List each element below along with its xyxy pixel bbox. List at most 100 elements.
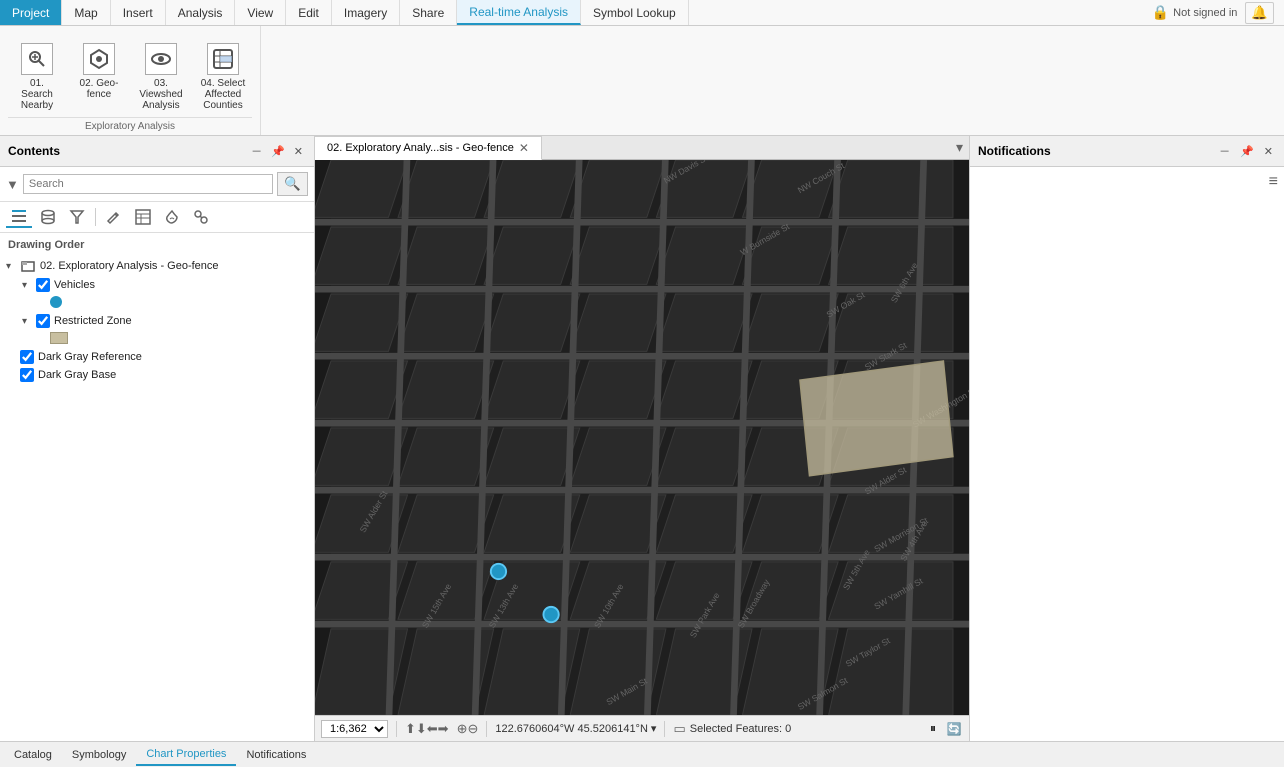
notifications-panel: Notifications － 📌 ✕ ≡ [969,136,1284,741]
vehicle-dot-1 [491,564,506,579]
pause-button[interactable]: ⏸ [924,720,942,738]
status-divider-2 [486,721,487,737]
menu-tab-analysis[interactable]: Analysis [166,0,236,25]
expand-root-icon: ▾ [6,261,20,272]
menu-tab-insert[interactable]: Insert [111,0,166,25]
menu-tab-project[interactable]: Project [0,0,62,25]
nav-arrows-icon: ⬆⬇⬅➡ [405,721,449,737]
notifications-tab[interactable]: Notifications [236,745,316,765]
layer-row-root[interactable]: ▾ 02. Exploratory Analysis - Geo-fence [0,256,314,276]
main-area: Contents － 📌 ✕ ▼ 🔍 [0,136,1284,741]
map-tab-geofence[interactable]: 02. Exploratory Analy...sis - Geo-fence … [315,136,542,160]
menu-tab-symbollookup[interactable]: Symbol Lookup [581,0,689,25]
notif-close-btn[interactable]: ✕ [1261,142,1276,160]
filter-view-btn[interactable] [64,206,90,228]
edit-tool-btn[interactable] [101,206,127,228]
map-status-bar: 1:6,362 ⬆⬇⬅➡ ⊕⊖ 122.6760604°W 45.5206141… [315,715,969,741]
search-bar: ▼ 🔍 [0,167,314,202]
restricted-zone-polygon [800,361,953,476]
restricted-legend-rect [50,332,68,344]
exploratory-analysis-label: Exploratory Analysis [8,117,252,135]
menu-tab-imagery[interactable]: Imagery [332,0,400,25]
paint-tool-btn[interactable] [159,206,185,228]
sidebar: Contents － 📌 ✕ ▼ 🔍 [0,136,315,741]
restricted-checkbox[interactable] [36,314,50,328]
selection-icon: ▭ [673,721,685,737]
status-right: ⏸ 🔄 [924,720,963,738]
scale-selector[interactable]: 1:6,362 [321,720,388,738]
menu-tab-map[interactable]: Map [62,0,110,25]
layer-row-dark-base[interactable]: Dark Gray Base [0,366,314,384]
geofence-label: 02. Geo-fence [75,78,123,100]
layer-tools [0,202,314,233]
ribbon-btn-viewshed[interactable]: 03. Viewshed Analysis [132,38,190,116]
refresh-button[interactable]: 🔄 [945,720,963,738]
expand-vehicles-icon: ▾ [22,280,36,291]
geofence-icon [83,43,115,75]
vehicles-layer-name: Vehicles [54,279,95,291]
sidebar-controls: － 📌 ✕ [248,142,306,160]
darkbase-layer-name: Dark Gray Base [38,369,116,381]
darkref-layer-name: Dark Gray Reference [38,351,142,363]
vehicles-checkbox[interactable] [36,278,50,292]
layer-row-dark-ref[interactable]: Dark Gray Reference [0,348,314,366]
catalog-tab[interactable]: Catalog [4,745,62,765]
ribbon-btn-geofence[interactable]: 02. Geo-fence [70,38,128,105]
viewshed-icon [145,43,177,75]
layer-row-restricted[interactable]: ▾ Restricted Zone [0,312,314,330]
bell-button[interactable]: 🔔 [1245,2,1274,24]
user-area: 🔒 Not signed in 🔔 [1142,0,1284,25]
analysis-tool-btn[interactable] [188,206,214,228]
coordinates-label: 122.6760604°W 45.5206141°N [495,723,648,735]
darkref-checkbox[interactable] [20,350,34,364]
menu-tab-realtime[interactable]: Real-time Analysis [457,0,581,25]
ribbon-btn-select-counties[interactable]: 04. Select Affected Counties [194,38,252,116]
sidebar-close-btn[interactable]: ✕ [291,142,306,160]
table-tool-btn[interactable] [130,206,156,228]
notifications-menu-icon[interactable]: ≡ [1269,173,1278,191]
sidebar-minimize-btn[interactable]: － [248,142,265,160]
ribbon-btn-search-nearby[interactable]: 01. Search Nearby [8,38,66,116]
select-counties-icon [207,43,239,75]
search-button[interactable]: 🔍 [277,172,308,196]
search-input[interactable] [23,174,274,194]
list-view-btn[interactable] [6,206,32,228]
selected-features-label: Selected Features: 0 [690,723,792,735]
symbology-tab[interactable]: Symbology [62,745,136,765]
coords-dropdown-icon[interactable]: ▾ [651,722,657,735]
map-area: 02. Exploratory Analy...sis - Geo-fence … [315,136,969,741]
map-tab-close-btn[interactable]: ✕ [519,141,529,155]
cylinder-view-btn[interactable] [35,206,61,228]
filter-icon: ▼ [6,177,19,192]
bottom-tabs: Catalog Symbology Chart Properties Notif… [0,741,1284,767]
map-tabs: 02. Exploratory Analy...sis - Geo-fence … [315,136,969,160]
notif-pin-btn[interactable]: 📌 [1237,142,1257,160]
notif-minimize-btn[interactable]: － [1216,142,1233,160]
status-divider-3 [664,721,665,737]
ribbon-buttons: 01. Search Nearby 02. Geo-fence [8,32,252,117]
menu-tab-share[interactable]: Share [400,0,457,25]
vehicle-dot-2 [543,607,558,622]
drawing-order-label: Drawing Order [0,233,314,254]
chart-properties-tab[interactable]: Chart Properties [136,744,236,766]
map-tab-label: 02. Exploratory Analy...sis - Geo-fence [327,142,514,154]
menu-tab-view[interactable]: View [235,0,286,25]
notifications-title: Notifications [978,144,1051,158]
sidebar-pin-btn[interactable]: 📌 [268,142,288,160]
map-canvas[interactable]: NW Davis St NW Couch St W Burnside St SW… [315,160,969,715]
vehicles-legend-dot [50,296,62,308]
layer-tree: ▾ 02. Exploratory Analysis - Geo-fence ▾… [0,254,314,741]
darkbase-checkbox[interactable] [20,368,34,382]
expand-restricted-icon: ▾ [22,316,36,327]
map-tab-dropdown[interactable]: ▾ [950,139,969,156]
menu-tab-edit[interactable]: Edit [286,0,332,25]
notifications-header: Notifications － 📌 ✕ [970,136,1284,167]
root-layer-name: 02. Exploratory Analysis - Geo-fence [40,260,219,272]
layer-row-vehicles[interactable]: ▾ Vehicles [0,276,314,294]
map-svg: NW Davis St NW Couch St W Burnside St SW… [315,160,969,715]
status-divider-1 [396,721,397,737]
group-icon [20,258,36,274]
user-label: Not signed in [1173,7,1237,19]
notifications-body: ≡ [970,167,1284,741]
sidebar-title: Contents [8,144,60,158]
